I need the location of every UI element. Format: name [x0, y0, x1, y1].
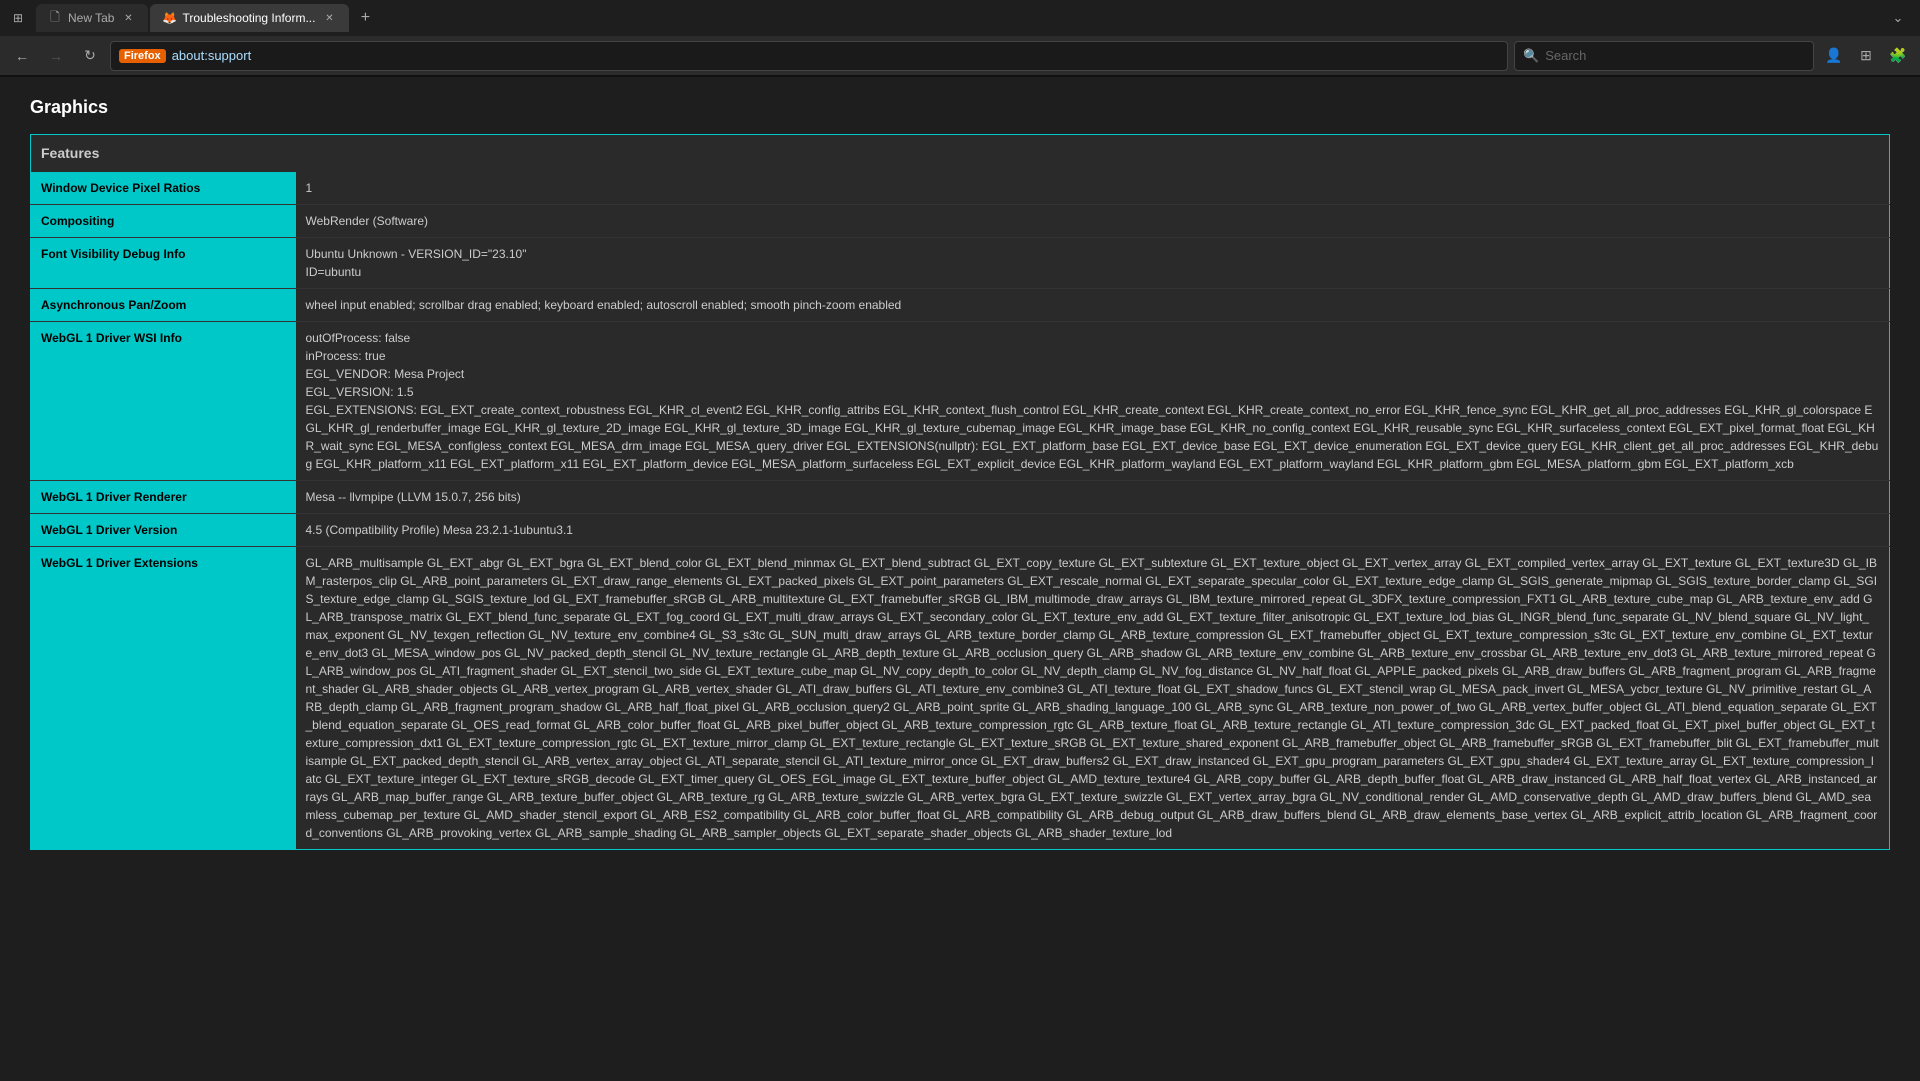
section-title: Graphics — [30, 97, 1890, 118]
table-cell-key: Window Device Pixel Ratios — [31, 172, 296, 205]
firefox-badge: Firefox — [119, 49, 166, 63]
table-cell-value: WebRender (Software) — [296, 205, 1890, 238]
table-cell-value: 1 — [296, 172, 1890, 205]
table-cell-value: Ubuntu Unknown - VERSION_ID="23.10" ID=u… — [296, 238, 1890, 289]
table-row: Font Visibility Debug InfoUbuntu Unknown… — [31, 238, 1890, 289]
table-cell-value: 4.5 (Compatibility Profile) Mesa 23.2.1-… — [296, 514, 1890, 547]
table-cell-value: GL_ARB_multisample GL_EXT_abgr GL_EXT_bg… — [296, 547, 1890, 850]
tab-bar: ⊞ 🗋 New Tab ✕ 🦊 Troubleshooting Inform..… — [0, 0, 1920, 36]
table-cell-value: wheel input enabled; scrollbar drag enab… — [296, 289, 1890, 322]
table-row: CompositingWebRender (Software) — [31, 205, 1890, 238]
address-text: about:support — [172, 48, 252, 63]
tab-page-icon: 🗋 — [48, 11, 62, 25]
table-cell-key: WebGL 1 Driver Renderer — [31, 481, 296, 514]
address-bar[interactable]: Firefox about:support — [110, 41, 1508, 71]
table-cell-key: Asynchronous Pan/Zoom — [31, 289, 296, 322]
forward-button[interactable]: → — [42, 42, 70, 70]
extensions-button[interactable]: 🧩 — [1884, 42, 1912, 70]
tab-new-tab[interactable]: 🗋 New Tab ✕ — [36, 4, 148, 32]
tab-troubleshooting[interactable]: 🦊 Troubleshooting Inform... ✕ — [150, 4, 349, 32]
table-cell-key: Font Visibility Debug Info — [31, 238, 296, 289]
table-row: WebGL 1 Driver WSI InfooutOfProcess: fal… — [31, 322, 1890, 481]
tab-close-button[interactable]: ✕ — [120, 10, 136, 26]
table-row: Asynchronous Pan/Zoomwheel input enabled… — [31, 289, 1890, 322]
tab-label: New Tab — [68, 11, 114, 25]
nav-extras: 👤 ⊞ 🧩 — [1820, 42, 1912, 70]
back-button[interactable]: ← — [8, 42, 36, 70]
search-bar[interactable]: 🔍 Search — [1514, 41, 1814, 71]
table-cell-key: WebGL 1 Driver Extensions — [31, 547, 296, 850]
table-cell-key: WebGL 1 Driver Version — [31, 514, 296, 547]
tab-firefox-icon: 🦊 — [162, 11, 176, 25]
new-tab-button[interactable]: + — [351, 4, 379, 32]
tabs-button[interactable]: ⊞ — [1852, 42, 1880, 70]
graphics-table: Features Window Device Pixel Ratios1Comp… — [30, 134, 1890, 850]
reload-button[interactable]: ↻ — [76, 42, 104, 70]
table-row: WebGL 1 Driver Version4.5 (Compatibility… — [31, 514, 1890, 547]
window-icon: ⊞ — [8, 8, 28, 28]
table-cell-key: WebGL 1 Driver WSI Info — [31, 322, 296, 481]
tab-label: Troubleshooting Inform... — [182, 11, 315, 25]
table-row: WebGL 1 Driver RendererMesa -- llvmpipe … — [31, 481, 1890, 514]
page-content: Graphics Features Window Device Pixel Ra… — [0, 77, 1920, 1081]
table-row: Window Device Pixel Ratios1 — [31, 172, 1890, 205]
search-icon: 🔍 — [1523, 48, 1539, 64]
search-placeholder: Search — [1545, 48, 1586, 63]
account-button[interactable]: 👤 — [1820, 42, 1848, 70]
tab-close-button[interactable]: ✕ — [321, 10, 337, 26]
table-cell-value: Mesa -- llvmpipe (LLVM 15.0.7, 256 bits) — [296, 481, 1890, 514]
tab-overflow-button[interactable]: ⌄ — [1884, 4, 1912, 32]
table-row: WebGL 1 Driver ExtensionsGL_ARB_multisam… — [31, 547, 1890, 850]
table-header: Features — [31, 135, 1890, 173]
table-cell-value: outOfProcess: false inProcess: true EGL_… — [296, 322, 1890, 481]
browser-chrome: ⊞ 🗋 New Tab ✕ 🦊 Troubleshooting Inform..… — [0, 0, 1920, 77]
table-cell-key: Compositing — [31, 205, 296, 238]
nav-bar: ← → ↻ Firefox about:support 🔍 Search 👤 ⊞… — [0, 36, 1920, 76]
